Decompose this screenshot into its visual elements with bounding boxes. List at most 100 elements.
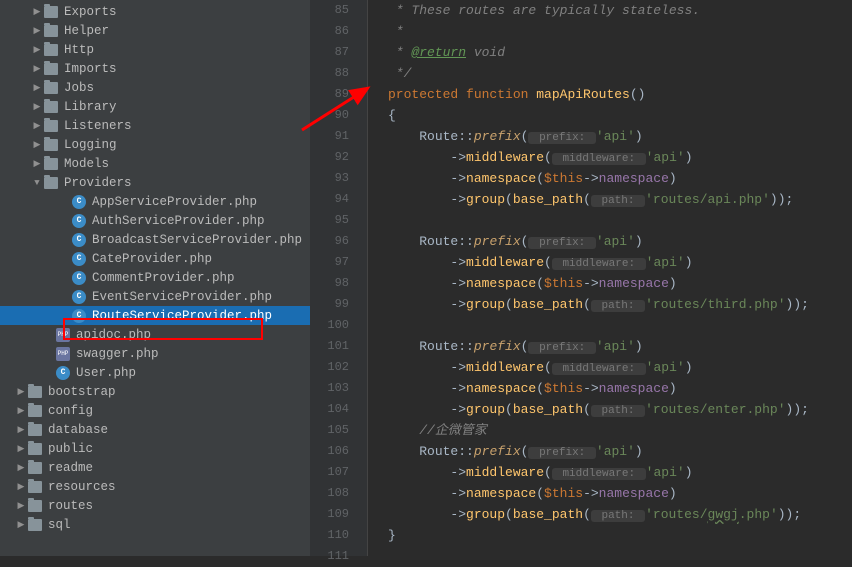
code-line[interactable]: ->middleware( middleware: 'api') bbox=[388, 252, 852, 273]
tree-item-providers[interactable]: ▼ Providers bbox=[0, 173, 310, 192]
tree-item-http[interactable]: ▶Http bbox=[0, 40, 310, 59]
code-line[interactable]: { bbox=[388, 105, 852, 126]
tree-item-listeners[interactable]: ▶Listeners bbox=[0, 116, 310, 135]
tree-item-appserviceprovider-php[interactable]: CAppServiceProvider.php bbox=[0, 192, 310, 211]
code-token: -> bbox=[388, 255, 466, 270]
tree-item-label: swagger.php bbox=[76, 347, 159, 361]
code-line[interactable]: ->middleware( middleware: 'api') bbox=[388, 357, 852, 378]
tree-item-config[interactable]: ▶config bbox=[0, 401, 310, 420]
chevron-down-icon[interactable]: ▼ bbox=[32, 178, 42, 188]
code-line[interactable]: Route::prefix( prefix: 'api') bbox=[388, 231, 852, 252]
tree-item-helper[interactable]: ▶Helper bbox=[0, 21, 310, 40]
line-number: 100 bbox=[310, 315, 349, 336]
tree-item-exports[interactable]: ▶Exports bbox=[0, 2, 310, 21]
code-line[interactable]: ->middleware( middleware: 'api') bbox=[388, 147, 852, 168]
chevron-right-icon[interactable]: ▶ bbox=[32, 83, 42, 93]
code-line[interactable]: * @return void bbox=[388, 42, 852, 63]
tree-item-models[interactable]: ▶Models bbox=[0, 154, 310, 173]
chevron-right-icon[interactable]: ▶ bbox=[32, 64, 42, 74]
tree-item-label: sql bbox=[48, 518, 71, 532]
tree-item-resources[interactable]: ▶resources bbox=[0, 477, 310, 496]
tree-item-swagger-php[interactable]: PHPswagger.php bbox=[0, 344, 310, 363]
code-line[interactable]: ->group(base_path( path: 'routes/gwgj.ph… bbox=[388, 504, 852, 525]
line-number: 107 bbox=[310, 462, 349, 483]
chevron-right-icon[interactable]: ▶ bbox=[32, 45, 42, 55]
code-line[interactable]: } bbox=[388, 525, 852, 546]
chevron-right-icon[interactable]: ▶ bbox=[16, 520, 26, 530]
tree-item-sql[interactable]: ▶ sql bbox=[0, 515, 310, 534]
code-line[interactable] bbox=[388, 315, 852, 336]
tree-item-logging[interactable]: ▶Logging bbox=[0, 135, 310, 154]
tree-item-cateprovider-php[interactable]: CCateProvider.php bbox=[0, 249, 310, 268]
code-token: ) bbox=[685, 150, 693, 165]
code-content[interactable]: * These routes are typically stateless. … bbox=[368, 0, 852, 556]
tree-item-readme[interactable]: ▶readme bbox=[0, 458, 310, 477]
code-token: 'api' bbox=[596, 339, 635, 354]
tree-item-broadcastserviceprovider-php[interactable]: CBroadcastServiceProvider.php bbox=[0, 230, 310, 249]
chevron-right-icon[interactable]: ▶ bbox=[16, 463, 26, 473]
code-line[interactable]: Route::prefix( prefix: 'api') bbox=[388, 126, 852, 147]
project-tree[interactable]: ▶Exports▶Helper▶Http▶Imports▶Jobs▶Librar… bbox=[0, 0, 310, 556]
code-line[interactable]: ->group(base_path( path: 'routes/enter.p… bbox=[388, 399, 852, 420]
code-line[interactable]: */ bbox=[388, 63, 852, 84]
code-token: -> bbox=[388, 465, 466, 480]
tree-item-imports[interactable]: ▶Imports bbox=[0, 59, 310, 78]
code-line[interactable]: protected function mapApiRoutes() bbox=[388, 84, 852, 105]
tree-item-apidoc-php[interactable]: PHPapidoc.php bbox=[0, 325, 310, 344]
folder-icon bbox=[44, 120, 58, 132]
code-line[interactable]: Route::prefix( prefix: 'api') bbox=[388, 336, 852, 357]
code-line[interactable]: ->namespace($this->namespace) bbox=[388, 168, 852, 189]
tree-item-routeserviceprovider-php[interactable]: CRouteServiceProvider.php bbox=[0, 306, 310, 325]
chevron-right-icon[interactable]: ▶ bbox=[32, 26, 42, 36]
chevron-right-icon[interactable]: ▶ bbox=[16, 501, 26, 511]
tree-item-user-php[interactable]: CUser.php bbox=[0, 363, 310, 382]
code-line[interactable]: ->group(base_path( path: 'routes/third.p… bbox=[388, 294, 852, 315]
code-token: ) bbox=[669, 171, 677, 186]
chevron-right-icon[interactable]: ▶ bbox=[16, 482, 26, 492]
chevron-right-icon[interactable]: ▶ bbox=[32, 121, 42, 131]
tree-item-eventserviceprovider-php[interactable]: CEventServiceProvider.php bbox=[0, 287, 310, 306]
tree-item-jobs[interactable]: ▶Jobs bbox=[0, 78, 310, 97]
arrow-placeholder bbox=[60, 216, 70, 226]
code-line[interactable]: Route::prefix( prefix: 'api') bbox=[388, 441, 852, 462]
code-line[interactable]: ->namespace($this->namespace) bbox=[388, 273, 852, 294]
folder-icon bbox=[28, 481, 42, 493]
tree-item-library[interactable]: ▶Library bbox=[0, 97, 310, 116]
code-line[interactable] bbox=[388, 210, 852, 231]
chevron-right-icon[interactable]: ▶ bbox=[32, 102, 42, 112]
code-line[interactable]: * bbox=[388, 21, 852, 42]
folder-icon bbox=[28, 462, 42, 474]
tree-item-label: Providers bbox=[64, 176, 132, 190]
tree-item-database[interactable]: ▶database bbox=[0, 420, 310, 439]
code-token: ) bbox=[685, 255, 693, 270]
tree-item-commentprovider-php[interactable]: CCommentProvider.php bbox=[0, 268, 310, 287]
tree-item-label: RouteServiceProvider.php bbox=[92, 309, 272, 323]
code-line[interactable] bbox=[388, 546, 852, 567]
chevron-right-icon[interactable]: ▶ bbox=[32, 159, 42, 169]
chevron-right-icon[interactable]: ▶ bbox=[16, 387, 26, 397]
tree-item-public[interactable]: ▶public bbox=[0, 439, 310, 458]
line-number: 86 bbox=[310, 21, 349, 42]
code-line[interactable]: //企微管家 bbox=[388, 420, 852, 441]
line-number: 88 bbox=[310, 63, 349, 84]
code-line[interactable]: * These routes are typically stateless. bbox=[388, 0, 852, 21]
chevron-right-icon[interactable]: ▶ bbox=[32, 7, 42, 17]
folder-icon bbox=[44, 6, 58, 18]
tree-item-routes[interactable]: ▶routes bbox=[0, 496, 310, 515]
code-line[interactable]: ->namespace($this->namespace) bbox=[388, 378, 852, 399]
chevron-right-icon[interactable]: ▶ bbox=[32, 140, 42, 150]
chevron-right-icon[interactable]: ▶ bbox=[16, 425, 26, 435]
tree-item-authserviceprovider-php[interactable]: CAuthServiceProvider.php bbox=[0, 211, 310, 230]
code-token: prefix bbox=[474, 444, 521, 459]
chevron-right-icon[interactable]: ▶ bbox=[16, 444, 26, 454]
code-token: 'api' bbox=[646, 150, 685, 165]
code-token: ( bbox=[536, 381, 544, 396]
code-line[interactable]: ->group(base_path( path: 'routes/api.php… bbox=[388, 189, 852, 210]
chevron-right-icon[interactable]: ▶ bbox=[16, 406, 26, 416]
code-editor[interactable]: 8586878889909192939495969798991001011021… bbox=[310, 0, 852, 556]
code-token: -> bbox=[388, 381, 466, 396]
code-line[interactable]: ->namespace($this->namespace) bbox=[388, 483, 852, 504]
code-line[interactable]: ->middleware( middleware: 'api') bbox=[388, 462, 852, 483]
tree-item-bootstrap[interactable]: ▶bootstrap bbox=[0, 382, 310, 401]
code-token: middleware bbox=[466, 255, 544, 270]
